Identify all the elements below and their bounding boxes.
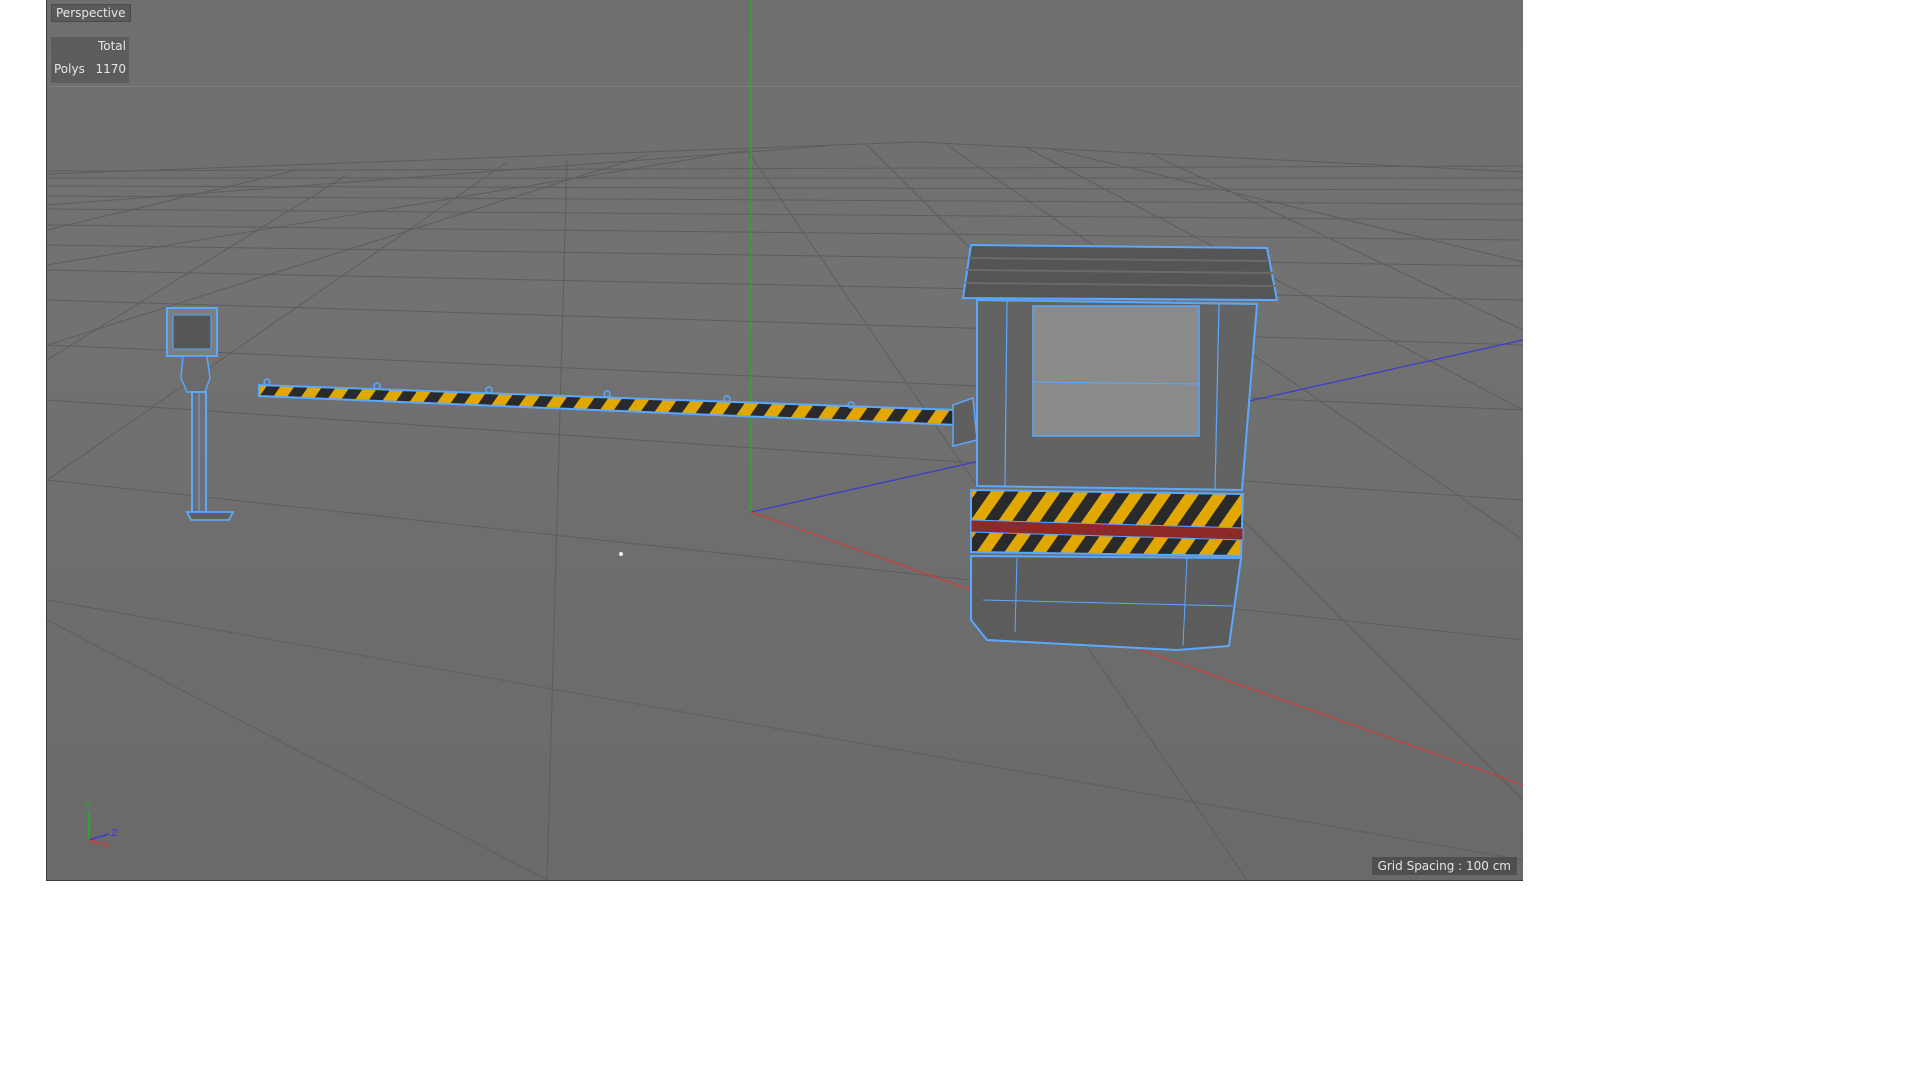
gizmo-y-label: Y [84,801,92,812]
view-divider [47,86,1523,87]
stats-header: Total [97,39,126,53]
gizmo-x-label: X [103,841,109,848]
viewport-title[interactable]: Perspective [51,4,131,22]
grid-spacing-readout: Grid Spacing : 100 cm [1371,857,1517,875]
scene-canvas[interactable] [47,0,1523,880]
parking-barrier-booth[interactable] [961,243,1279,652]
stats-label: Polys [54,62,85,76]
poly-stats-panel: Total Polys 1170 [51,37,129,83]
barrier-arm[interactable] [258,378,978,447]
stats-value: 1170 [95,62,126,76]
axis-gizmo: Y Z X [84,801,118,848]
gizmo-z-label: Z [111,828,118,839]
ticket-post[interactable] [166,307,235,521]
floor-grid [47,141,1523,880]
3d-viewport[interactable]: Perspective Total Polys 1170 Y Z X Grid … [46,0,1523,881]
origin-marker [619,552,623,556]
